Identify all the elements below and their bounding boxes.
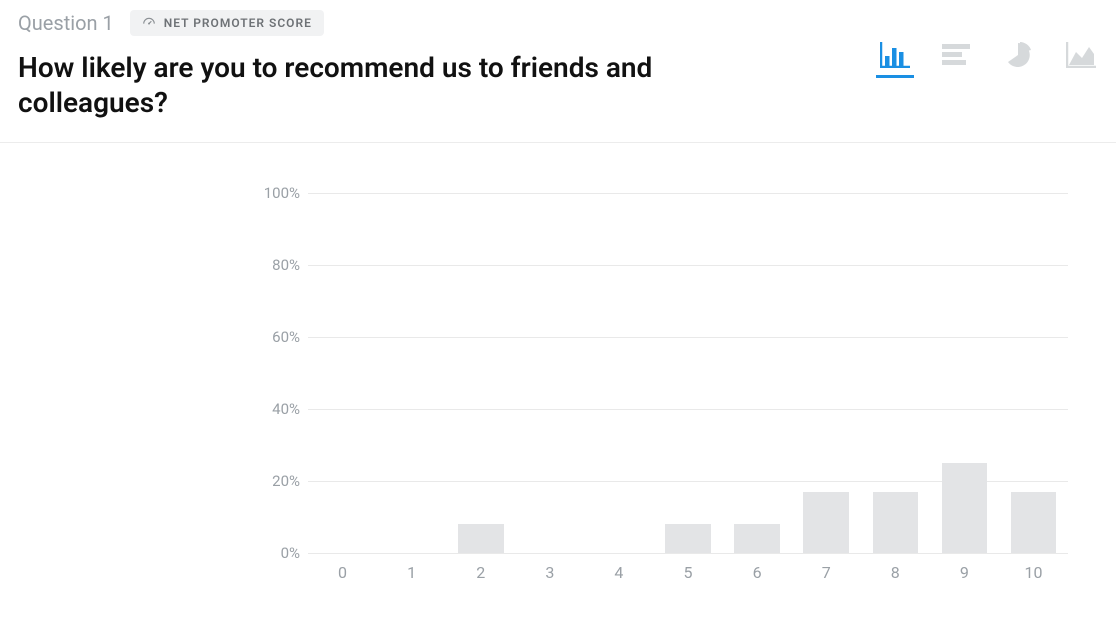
bar [942,463,988,553]
pie-chart-button[interactable] [1002,34,1036,68]
bar-slot [584,193,653,553]
bar-slot [377,193,446,553]
bar [665,524,711,553]
bar-chart-icon [880,42,910,68]
bar-slot [653,193,722,553]
bar [734,524,780,553]
bar [803,492,849,553]
x-tick-label: 7 [792,563,861,582]
pie-chart-icon [1004,42,1034,68]
area-chart-icon [1066,42,1096,68]
bar-slot [515,193,584,553]
gauge-icon [142,16,156,30]
bar-chart-button[interactable] [878,34,912,68]
y-tick-label: 80% [248,256,300,274]
x-tick-label: 8 [861,563,930,582]
bar [873,492,919,553]
question-type-label: NET PROMOTER SCORE [164,16,312,30]
y-tick-label: 0% [248,544,300,562]
bar [1011,492,1057,553]
hbar-chart-button[interactable] [940,34,974,68]
y-tick-label: 100% [248,184,300,202]
bar-slot [861,193,930,553]
question-number: Question 1 [18,11,114,35]
bar [458,524,504,553]
chart-type-toolbar [878,10,1098,68]
grid-line [308,553,1068,554]
y-tick-label: 40% [248,400,300,418]
hbar-chart-icon [942,42,972,68]
question-title: How likely are you to recommend us to fr… [18,50,778,120]
x-tick-label: 10 [999,563,1068,582]
x-tick-label: 9 [930,563,999,582]
x-tick-label: 5 [653,563,722,582]
bar-slot [723,193,792,553]
bar-slot [308,193,377,553]
x-tick-label: 1 [377,563,446,582]
x-tick-label: 6 [723,563,792,582]
bar-slot [930,193,999,553]
x-tick-label: 4 [584,563,653,582]
bars-container [308,193,1068,553]
bar-slot [446,193,515,553]
y-tick-label: 60% [248,328,300,346]
x-tick-label: 2 [446,563,515,582]
bar-slot [999,193,1068,553]
nps-bar-chart: 0%20%40%60%80%100% 012345678910 [248,193,1068,582]
y-tick-label: 20% [248,472,300,490]
header-divider [0,142,1116,143]
question-type-badge: NET PROMOTER SCORE [130,10,324,36]
x-tick-label: 0 [308,563,377,582]
bar-slot [792,193,861,553]
x-tick-label: 3 [515,563,584,582]
area-chart-button[interactable] [1064,34,1098,68]
